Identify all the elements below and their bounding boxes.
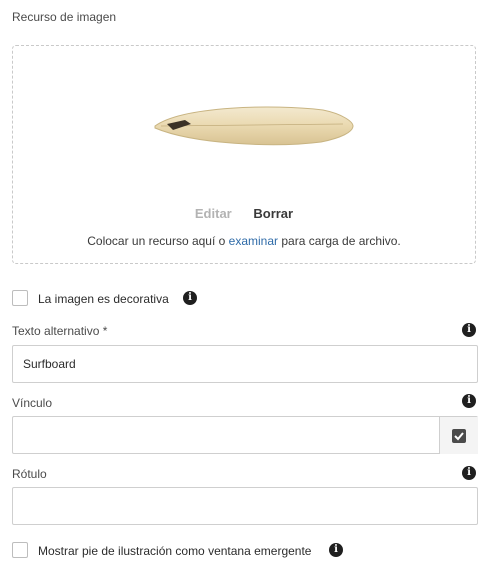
info-icon[interactable]: i <box>462 394 476 408</box>
popup-caption-label: Mostrar pie de ilustración como ventana … <box>38 544 312 558</box>
alt-text-label: Texto alternativo * <box>12 324 108 338</box>
drop-hint: Colocar un recurso aquí o examinar para … <box>13 234 475 248</box>
image-asset-label: Recurso de imagen <box>12 10 117 24</box>
caption-label: Rótulo <box>12 467 47 481</box>
link-input[interactable] <box>12 416 478 454</box>
info-icon[interactable]: i <box>462 466 476 480</box>
edit-asset-button[interactable]: Editar <box>195 206 232 221</box>
delete-asset-button[interactable]: Borrar <box>253 206 293 221</box>
info-icon[interactable]: i <box>183 291 197 305</box>
alt-text-input[interactable] <box>12 345 478 383</box>
info-icon[interactable]: i <box>329 543 343 557</box>
info-icon[interactable]: i <box>462 323 476 337</box>
decorative-label: La imagen es decorativa <box>38 292 169 306</box>
popup-caption-checkbox[interactable] <box>12 542 28 558</box>
drop-hint-after: para carga de archivo. <box>278 234 401 248</box>
link-label: Vínculo <box>12 396 53 410</box>
decorative-checkbox[interactable] <box>12 290 28 306</box>
asset-drop-zone[interactable]: Editar Borrar Colocar un recurso aquí o … <box>12 45 476 264</box>
drop-hint-before: Colocar un recurso aquí o <box>87 234 229 248</box>
surfboard-image <box>154 106 354 146</box>
checkbox-picker-icon <box>452 429 466 443</box>
browse-link[interactable]: examinar <box>229 234 278 248</box>
caption-input[interactable] <box>12 487 478 525</box>
link-picker-button[interactable] <box>439 417 478 454</box>
